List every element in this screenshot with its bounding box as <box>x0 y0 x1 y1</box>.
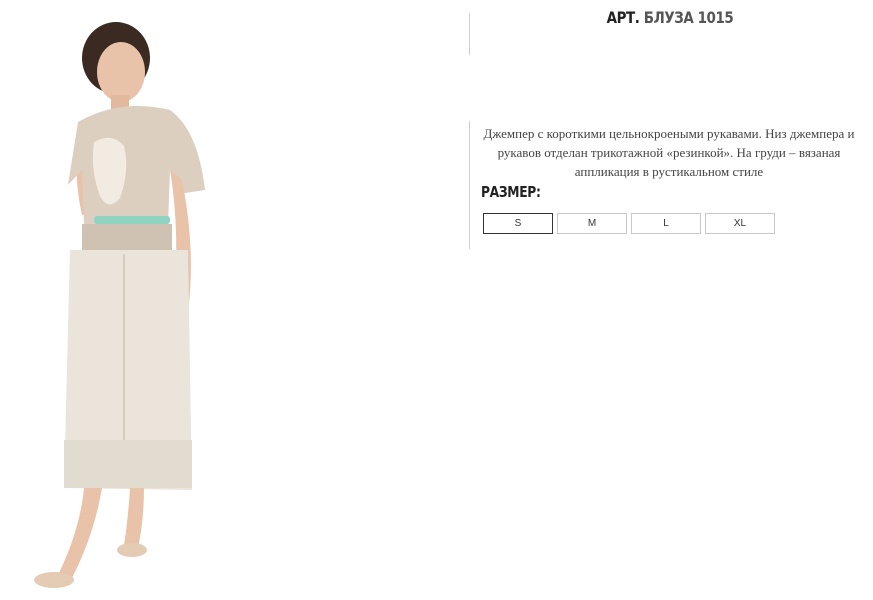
size-option-xl[interactable]: XL <box>705 213 775 234</box>
size-option-m[interactable]: M <box>557 213 627 234</box>
size-label: РАЗМЕР: <box>481 183 541 201</box>
product-title: АРТ. БЛУЗА 1015 <box>502 8 838 27</box>
article-prefix: АРТ. <box>606 8 640 27</box>
size-option-s[interactable]: S <box>483 213 553 234</box>
article-name: БЛУЗА 1015 <box>643 8 734 27</box>
size-selector: S M L XL <box>483 213 775 234</box>
product-photo <box>34 22 205 588</box>
divider-top <box>469 13 470 55</box>
size-option-l[interactable]: L <box>631 213 701 234</box>
divider-middle <box>469 121 470 249</box>
product-description: Джемпер с короткими цельнокроеными рукав… <box>483 126 855 179</box>
